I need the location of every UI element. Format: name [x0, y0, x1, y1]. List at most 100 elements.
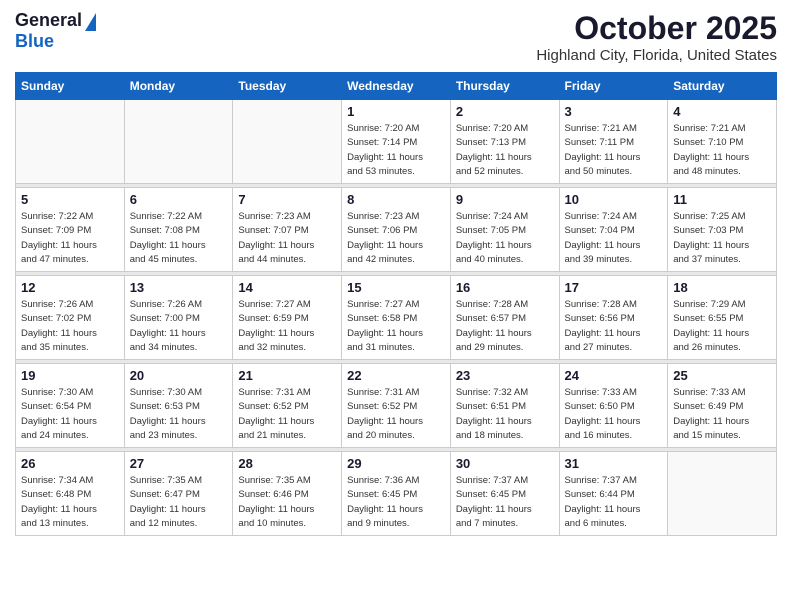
- day-info: Sunrise: 7:21 AM Sunset: 7:11 PM Dayligh…: [565, 122, 663, 179]
- day-number: 2: [456, 104, 554, 119]
- day-info: Sunrise: 7:34 AM Sunset: 6:48 PM Dayligh…: [21, 474, 119, 531]
- day-info: Sunrise: 7:22 AM Sunset: 7:08 PM Dayligh…: [130, 210, 228, 267]
- day-info: Sunrise: 7:20 AM Sunset: 7:14 PM Dayligh…: [347, 122, 445, 179]
- col-wednesday: Wednesday: [342, 73, 451, 100]
- calendar-cell-w3-d7: 18 Sunrise: 7:29 AM Sunset: 6:55 PM Dayli…: [668, 276, 777, 360]
- day-info: Sunrise: 7:27 AM Sunset: 6:59 PM Dayligh…: [238, 298, 336, 355]
- col-monday: Monday: [124, 73, 233, 100]
- day-info: Sunrise: 7:28 AM Sunset: 6:56 PM Dayligh…: [565, 298, 663, 355]
- calendar-cell-w2-d3: 7 Sunrise: 7:23 AM Sunset: 7:07 PM Daylig…: [233, 188, 342, 272]
- day-number: 22: [347, 368, 445, 383]
- col-sunday: Sunday: [16, 73, 125, 100]
- day-info: Sunrise: 7:22 AM Sunset: 7:09 PM Dayligh…: [21, 210, 119, 267]
- calendar-cell-w3-d6: 17 Sunrise: 7:28 AM Sunset: 6:56 PM Dayli…: [559, 276, 668, 360]
- header: General Blue October 2025 Highland City,…: [15, 10, 777, 64]
- calendar-cell-w2-d7: 11 Sunrise: 7:25 AM Sunset: 7:03 PM Dayli…: [668, 188, 777, 272]
- day-info: Sunrise: 7:28 AM Sunset: 6:57 PM Dayligh…: [456, 298, 554, 355]
- day-info: Sunrise: 7:24 AM Sunset: 7:04 PM Dayligh…: [565, 210, 663, 267]
- calendar-cell-w1-d5: 2 Sunrise: 7:20 AM Sunset: 7:13 PM Daylig…: [450, 100, 559, 184]
- col-saturday: Saturday: [668, 73, 777, 100]
- day-number: 29: [347, 456, 445, 471]
- day-info: Sunrise: 7:35 AM Sunset: 6:47 PM Dayligh…: [130, 474, 228, 531]
- day-number: 20: [130, 368, 228, 383]
- calendar-cell-w5-d4: 29 Sunrise: 7:36 AM Sunset: 6:45 PM Dayli…: [342, 452, 451, 536]
- calendar-cell-w4-d3: 21Sunrise: 7:31 AM Sunset: 6:52 PM Dayli…: [233, 364, 342, 448]
- day-info: Sunrise: 7:23 AM Sunset: 7:07 PM Dayligh…: [238, 210, 336, 267]
- calendar-cell-w4-d6: 24 Sunrise: 7:33 AM Sunset: 6:50 PM Dayli…: [559, 364, 668, 448]
- day-info: Sunrise: 7:30 AM Sunset: 6:53 PM Dayligh…: [130, 386, 228, 443]
- day-number: 17: [565, 280, 663, 295]
- calendar-cell-w2-d2: 6 Sunrise: 7:22 AM Sunset: 7:08 PM Daylig…: [124, 188, 233, 272]
- month-title: October 2025: [536, 10, 777, 47]
- day-number: 12: [21, 280, 119, 295]
- calendar-cell-w4-d7: 25Sunrise: 7:33 AM Sunset: 6:49 PM Dayli…: [668, 364, 777, 448]
- calendar-cell-w5-d6: 31Sunrise: 7:37 AM Sunset: 6:44 PM Dayli…: [559, 452, 668, 536]
- day-info: Sunrise: 7:33 AM Sunset: 6:50 PM Dayligh…: [565, 386, 663, 443]
- day-number: 30: [456, 456, 554, 471]
- day-number: 11: [673, 192, 771, 207]
- day-info: Sunrise: 7:35 AM Sunset: 6:46 PM Dayligh…: [238, 474, 336, 531]
- calendar-cell-w2-d6: 10Sunrise: 7:24 AM Sunset: 7:04 PM Dayli…: [559, 188, 668, 272]
- day-number: 5: [21, 192, 119, 207]
- day-info: Sunrise: 7:37 AM Sunset: 6:45 PM Dayligh…: [456, 474, 554, 531]
- day-number: 28: [238, 456, 336, 471]
- day-number: 8: [347, 192, 445, 207]
- calendar-cell-w5-d5: 30 Sunrise: 7:37 AM Sunset: 6:45 PM Dayli…: [450, 452, 559, 536]
- day-number: 6: [130, 192, 228, 207]
- calendar-cell-w1-d3: [233, 100, 342, 184]
- logo-blue-text: Blue: [15, 31, 54, 51]
- day-info: Sunrise: 7:32 AM Sunset: 6:51 PM Dayligh…: [456, 386, 554, 443]
- day-number: 24: [565, 368, 663, 383]
- day-info: Sunrise: 7:33 AM Sunset: 6:49 PM Dayligh…: [673, 386, 771, 443]
- day-number: 19: [21, 368, 119, 383]
- calendar-cell-w4-d5: 23 Sunrise: 7:32 AM Sunset: 6:51 PM Dayli…: [450, 364, 559, 448]
- calendar-cell-w2-d4: 8 Sunrise: 7:23 AM Sunset: 7:06 PM Daylig…: [342, 188, 451, 272]
- day-number: 13: [130, 280, 228, 295]
- location: Highland City, Florida, United States: [536, 47, 777, 64]
- day-info: Sunrise: 7:29 AM Sunset: 6:55 PM Dayligh…: [673, 298, 771, 355]
- day-info: Sunrise: 7:23 AM Sunset: 7:06 PM Dayligh…: [347, 210, 445, 267]
- calendar-table: Sunday Monday Tuesday Wednesday Thursday…: [15, 72, 777, 536]
- day-number: 21: [238, 368, 336, 383]
- calendar-week-2: 5 Sunrise: 7:22 AM Sunset: 7:09 PM Daylig…: [16, 188, 777, 272]
- day-number: 14: [238, 280, 336, 295]
- calendar-cell-w1-d2: [124, 100, 233, 184]
- calendar-cell-w5-d1: 26Sunrise: 7:34 AM Sunset: 6:48 PM Dayli…: [16, 452, 125, 536]
- calendar-cell-w5-d3: 28 Sunrise: 7:35 AM Sunset: 6:46 PM Dayli…: [233, 452, 342, 536]
- day-number: 18: [673, 280, 771, 295]
- calendar-week-1: 1 Sunrise: 7:20 AM Sunset: 7:14 PM Daylig…: [16, 100, 777, 184]
- calendar-cell-w4-d2: 20 Sunrise: 7:30 AM Sunset: 6:53 PM Dayli…: [124, 364, 233, 448]
- calendar-cell-w1-d6: 3Sunrise: 7:21 AM Sunset: 7:11 PM Daylig…: [559, 100, 668, 184]
- col-tuesday: Tuesday: [233, 73, 342, 100]
- calendar-cell-w2-d5: 9Sunrise: 7:24 AM Sunset: 7:05 PM Daylig…: [450, 188, 559, 272]
- calendar-cell-w1-d1: [16, 100, 125, 184]
- calendar-week-4: 19 Sunrise: 7:30 AM Sunset: 6:54 PM Dayli…: [16, 364, 777, 448]
- day-info: Sunrise: 7:36 AM Sunset: 6:45 PM Dayligh…: [347, 474, 445, 531]
- day-info: Sunrise: 7:25 AM Sunset: 7:03 PM Dayligh…: [673, 210, 771, 267]
- calendar-cell-w4-d4: 22Sunrise: 7:31 AM Sunset: 6:52 PM Dayli…: [342, 364, 451, 448]
- day-info: Sunrise: 7:20 AM Sunset: 7:13 PM Dayligh…: [456, 122, 554, 179]
- calendar-cell-w4-d1: 19 Sunrise: 7:30 AM Sunset: 6:54 PM Dayli…: [16, 364, 125, 448]
- calendar-cell-w1-d4: 1 Sunrise: 7:20 AM Sunset: 7:14 PM Daylig…: [342, 100, 451, 184]
- calendar-week-3: 12Sunrise: 7:26 AM Sunset: 7:02 PM Dayli…: [16, 276, 777, 360]
- calendar-week-5: 26Sunrise: 7:34 AM Sunset: 6:48 PM Dayli…: [16, 452, 777, 536]
- day-number: 7: [238, 192, 336, 207]
- calendar-cell-w3-d4: 15Sunrise: 7:27 AM Sunset: 6:58 PM Dayli…: [342, 276, 451, 360]
- calendar-cell-w5-d2: 27 Sunrise: 7:35 AM Sunset: 6:47 PM Dayli…: [124, 452, 233, 536]
- calendar-cell-w1-d7: 4Sunrise: 7:21 AM Sunset: 7:10 PM Daylig…: [668, 100, 777, 184]
- day-number: 4: [673, 104, 771, 119]
- day-number: 16: [456, 280, 554, 295]
- day-number: 27: [130, 456, 228, 471]
- day-info: Sunrise: 7:30 AM Sunset: 6:54 PM Dayligh…: [21, 386, 119, 443]
- day-number: 1: [347, 104, 445, 119]
- calendar-cell-w5-d7: [668, 452, 777, 536]
- calendar-cell-w3-d3: 14 Sunrise: 7:27 AM Sunset: 6:59 PM Dayli…: [233, 276, 342, 360]
- calendar-cell-w3-d2: 13Sunrise: 7:26 AM Sunset: 7:00 PM Dayli…: [124, 276, 233, 360]
- day-number: 9: [456, 192, 554, 207]
- calendar-cell-w2-d1: 5 Sunrise: 7:22 AM Sunset: 7:09 PM Daylig…: [16, 188, 125, 272]
- day-number: 23: [456, 368, 554, 383]
- day-info: Sunrise: 7:27 AM Sunset: 6:58 PM Dayligh…: [347, 298, 445, 355]
- calendar-cell-w3-d1: 12Sunrise: 7:26 AM Sunset: 7:02 PM Dayli…: [16, 276, 125, 360]
- logo-triangle-icon: [85, 13, 96, 31]
- day-info: Sunrise: 7:37 AM Sunset: 6:44 PM Dayligh…: [565, 474, 663, 531]
